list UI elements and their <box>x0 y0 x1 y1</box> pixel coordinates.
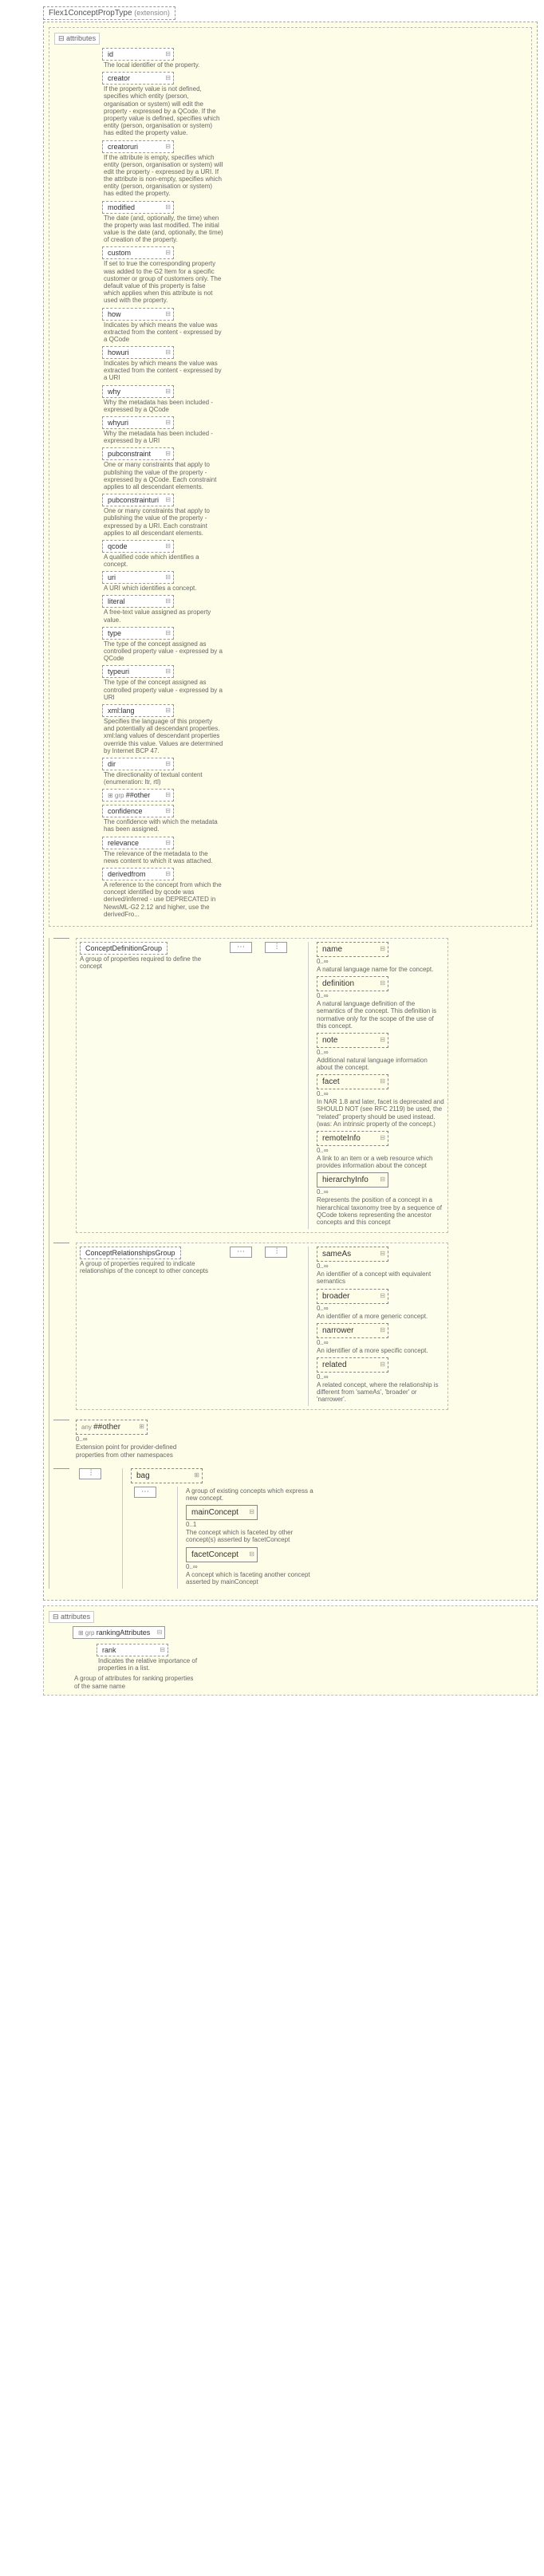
attr-desc: Indicates by which means the value was e… <box>104 360 223 382</box>
main-concept-element[interactable]: mainConcept <box>186 1505 258 1520</box>
ranking-attributes-group[interactable]: rankingAttributes <box>73 1626 165 1639</box>
attributes-label[interactable]: attributes <box>54 33 100 45</box>
attr-custom[interactable]: custom <box>102 246 174 259</box>
attr-desc: One or many constraints that apply to pu… <box>104 461 223 490</box>
attr-desc: Why the metadata has been included - exp… <box>104 399 223 413</box>
element-sameas[interactable]: sameAs <box>317 1247 388 1262</box>
attributes-box-top: attributes idThe local identifier of the… <box>49 27 532 927</box>
attributes-box-bottom: attributes rankingAttributes rank Indica… <box>43 1605 538 1696</box>
newchoice-desc: A group of existing concepts which expre… <box>186 1487 313 1502</box>
concept-definition-group[interactable]: ConceptDefinitionGroup <box>80 942 168 955</box>
compositor-seq <box>230 942 252 953</box>
rank-attr[interactable]: rank <box>97 1644 168 1656</box>
compositor-choice <box>265 942 287 953</box>
attr-desc: The type of the concept assigned as cont… <box>104 640 223 663</box>
element-broader[interactable]: broader <box>317 1289 388 1304</box>
element-narrower[interactable]: narrower <box>317 1323 388 1338</box>
attr-creator[interactable]: creator <box>102 72 174 85</box>
compositor-seq <box>230 1247 252 1258</box>
attr-xml-lang[interactable]: xml:lang <box>102 704 174 717</box>
concept-relationships-group-frame: ConceptRelationshipsGroup A group of pro… <box>76 1243 448 1410</box>
attr-desc: A reference to the concept from which th… <box>104 881 223 918</box>
attr-desc: The relevance of the metadata to the new… <box>104 850 223 865</box>
attr-howuri[interactable]: howuri <box>102 346 174 359</box>
type-name: Flex1ConceptPropType <box>49 9 132 18</box>
attr-desc: A URI which identifies a concept. <box>104 585 223 592</box>
attr-desc: A free-text value assigned as property v… <box>104 609 223 623</box>
attr-type[interactable]: type <box>102 627 174 640</box>
facet-concept-element[interactable]: facetConcept <box>186 1547 258 1562</box>
attr-why[interactable]: why <box>102 385 174 398</box>
attr-desc: A qualified code which identifies a conc… <box>104 553 223 568</box>
any-other-desc: Extension point for provider-defined pro… <box>76 1444 203 1458</box>
concept-definition-group-frame: ConceptDefinitionGroup A group of proper… <box>76 938 448 1233</box>
cdg-desc: A group of properties required to define… <box>80 955 215 970</box>
extension-box: attributes idThe local identifier of the… <box>43 22 538 1601</box>
attr-id[interactable]: id <box>102 48 174 61</box>
attr-desc: If the property value is not defined, sp… <box>104 85 223 136</box>
attr-desc: The local identifier of the property. <box>104 61 223 69</box>
type-ext: (extension) <box>134 9 170 17</box>
compositor-choice <box>79 1468 101 1479</box>
attr-relevance[interactable]: relevance <box>102 837 174 849</box>
attr-pubconstraint[interactable]: pubconstraint <box>102 447 174 460</box>
attr-desc: The type of the concept assigned as cont… <box>104 679 223 701</box>
attr-desc: The date (and, optionally, the time) whe… <box>104 215 223 244</box>
attr-derivedfrom[interactable]: derivedfrom <box>102 868 174 880</box>
attr-desc: Indicates by which means the value was e… <box>104 321 223 344</box>
attr-how[interactable]: how <box>102 308 174 321</box>
attr-confidence[interactable]: confidence <box>102 805 174 817</box>
bag-element[interactable]: bag <box>131 1468 203 1483</box>
attr-desc: Why the metadata has been included - exp… <box>104 430 223 444</box>
any-other-element[interactable]: any ##other <box>76 1420 148 1435</box>
attr-pubconstrainturi[interactable]: pubconstrainturi <box>102 494 174 506</box>
attr-desc: The directionality of textual content (e… <box>104 771 223 786</box>
type-header: Flex1ConceptPropType (extension) <box>43 6 175 20</box>
attr-desc: If the attribute is empty, specifies whi… <box>104 154 223 198</box>
attributes-label-bottom[interactable]: attributes <box>49 1611 94 1623</box>
attr-dir[interactable]: dir <box>102 758 174 770</box>
element-note[interactable]: note <box>317 1033 388 1048</box>
compositor-seq <box>134 1487 156 1498</box>
attr-literal[interactable]: literal <box>102 595 174 608</box>
element-definition[interactable]: definition <box>317 976 388 991</box>
children-area: ConceptDefinitionGroup A group of proper… <box>53 938 532 1589</box>
any-other-card: 0..∞ <box>76 1436 203 1443</box>
attr-desc: Specifies the language of this property … <box>104 718 223 754</box>
element-name[interactable]: name <box>317 942 388 957</box>
attr-whyuri[interactable]: whyuri <box>102 416 174 429</box>
element-hierarchyinfo[interactable]: hierarchyInfo <box>317 1172 388 1188</box>
element-remoteinfo[interactable]: remoteInfo <box>317 1131 388 1146</box>
compositor-choice <box>265 1247 287 1258</box>
attr-desc: The confidence with which the metadata h… <box>104 818 223 833</box>
attr-desc: One or many constraints that apply to pu… <box>104 507 223 537</box>
element-related[interactable]: related <box>317 1357 388 1373</box>
element-facet[interactable]: facet <box>317 1074 388 1089</box>
attr-typeuri[interactable]: typeuri <box>102 665 174 678</box>
attr-uri[interactable]: uri <box>102 571 174 584</box>
concept-relationships-group[interactable]: ConceptRelationshipsGroup <box>80 1247 181 1259</box>
attr---other[interactable]: ##other <box>102 789 174 802</box>
attr-modified[interactable]: modified <box>102 201 174 214</box>
attr-desc: If set to true the corresponding propert… <box>104 260 223 304</box>
attr-qcode[interactable]: qcode <box>102 540 174 553</box>
crg-desc: A group of properties required to indica… <box>80 1260 215 1274</box>
attr-creatoruri[interactable]: creatoruri <box>102 140 174 153</box>
